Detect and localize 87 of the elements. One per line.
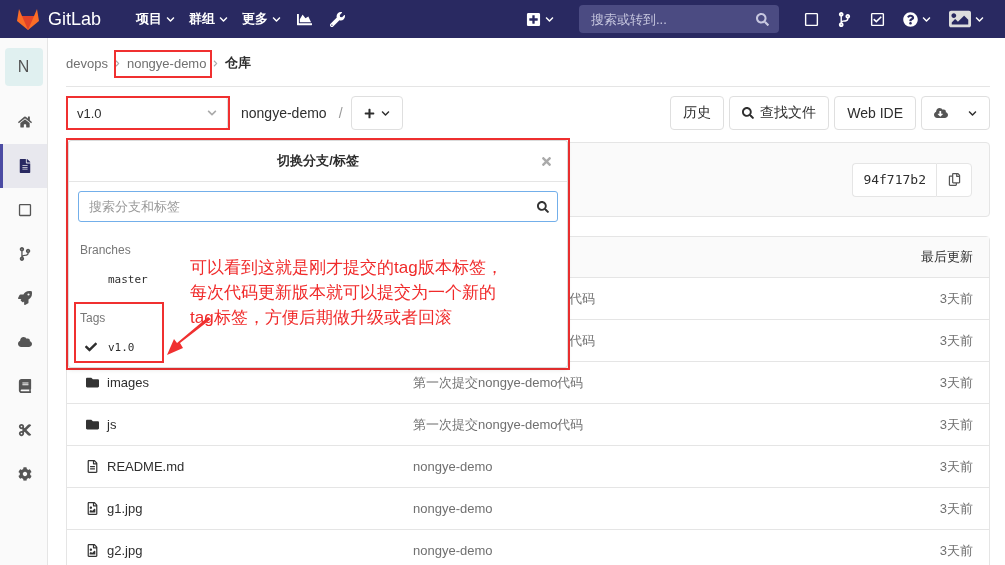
toolbar-button[interactable]: Web IDE [834, 96, 916, 130]
chevron-down-icon [545, 14, 554, 24]
breadcrumb-link[interactable]: devops [66, 55, 108, 71]
chevron-down-icon [219, 14, 229, 24]
commit-message[interactable]: 代码 [569, 331, 595, 350]
chevron-down-icon [975, 14, 984, 24]
file-icon [86, 460, 99, 473]
search-icon [742, 107, 755, 119]
rocket-icon [18, 291, 32, 305]
section-heading: Tags [79, 310, 107, 327]
chevron-down-icon [968, 108, 977, 118]
file-link[interactable]: README.md [86, 459, 413, 474]
dropdown-title: 切换分支/标签 [277, 152, 359, 170]
search-icon [756, 12, 769, 26]
copy-icon [947, 173, 961, 186]
download-menu-button[interactable] [921, 96, 990, 130]
sidebar-item[interactable] [0, 144, 47, 188]
breadcrumb-link[interactable]: nongye-demo [126, 55, 207, 71]
ref-search-bar[interactable]: 搜索分支和标签 [78, 191, 558, 222]
updated-time: 3天前 [939, 373, 973, 392]
plus-icon [526, 11, 541, 27]
updated-time: 3天前 [939, 415, 973, 434]
updated-time: 3天前 [939, 457, 973, 476]
path-separator: / [338, 105, 343, 121]
section-heading: Branches [79, 242, 132, 259]
branch-icon [837, 11, 852, 27]
updated-time: 3天前 [939, 289, 973, 308]
help-icon [903, 11, 918, 27]
chevron-right-icon [113, 59, 121, 67]
chevron-down-icon [207, 108, 217, 118]
toolbar-button[interactable]: 历史 [670, 96, 725, 130]
home-icon [18, 115, 32, 129]
add-menu-button[interactable] [350, 96, 403, 130]
nav-menu[interactable]: 更多 [235, 4, 289, 34]
chevron-down-icon [166, 14, 176, 24]
download-icon [934, 106, 948, 120]
commit-message[interactable]: 第一次提交nongye-demo代码 [413, 415, 584, 434]
folder-icon [86, 418, 99, 431]
folder-icon [86, 376, 99, 389]
brand-name[interactable]: GitLab [48, 8, 102, 30]
image-file-icon [86, 544, 99, 557]
plus-icon [363, 107, 375, 119]
annotation-note: 每次代码更新版本就可以提交为一个新的 [190, 282, 496, 304]
commit-message[interactable]: nongye-demo [413, 543, 493, 558]
commit-message[interactable]: nongye-demo [413, 459, 493, 474]
file-link[interactable]: g2.jpg [86, 543, 413, 558]
book-icon [18, 379, 32, 393]
toolbar-button[interactable]: 查找文件 [729, 96, 830, 130]
close-icon [540, 155, 553, 168]
chevron-right-icon [212, 59, 220, 67]
search-bar[interactable]: 搜索或转到... [579, 5, 779, 33]
updated-time: 3天前 [939, 541, 973, 560]
document-icon [18, 159, 32, 173]
updated-time: 3天前 [939, 499, 973, 518]
annotation-note: 可以看到这就是刚才提交的tag版本标签， [190, 257, 503, 279]
image-icon [949, 8, 971, 30]
copy-button[interactable] [936, 162, 972, 197]
search-input[interactable]: 搜索或转到... [589, 10, 756, 28]
updated-time: 3天前 [939, 331, 973, 350]
project-avatar[interactable]: N [4, 48, 43, 86]
chevron-down-icon [922, 14, 931, 24]
column-header: 最后更新 [921, 248, 973, 266]
wrench-icon [330, 11, 346, 27]
file-link[interactable]: g1.jpg [86, 501, 413, 516]
cloud-icon [18, 335, 32, 349]
path-link[interactable]: nongye-demo [241, 105, 327, 121]
search-icon [537, 200, 549, 213]
fox-logo-icon[interactable] [16, 8, 40, 30]
nav-menu[interactable]: 项目 [129, 4, 183, 34]
checkbox-icon [870, 11, 885, 27]
commit-message[interactable]: 第一次提交nongye-demo代码 [413, 373, 584, 392]
nav-menu[interactable]: 群组 [182, 4, 236, 34]
file-link[interactable]: images [86, 375, 413, 390]
commit-sha: 94f717b2 [852, 162, 936, 197]
image-file-icon [86, 502, 99, 515]
chevron-down-icon [380, 108, 390, 118]
commit-message[interactable]: 代码 [569, 289, 595, 308]
scissors-icon [18, 423, 32, 437]
ref-item[interactable]: v1.0 [69, 330, 145, 364]
chart-icon [297, 11, 313, 27]
breadcrumb-link[interactable]: 仓库 [225, 54, 252, 72]
chevron-down-icon [272, 14, 282, 24]
file-link[interactable]: js [86, 417, 413, 432]
settings-icon [18, 467, 32, 481]
commit-message[interactable]: nongye-demo [413, 501, 493, 516]
ref-item[interactable]: master [69, 262, 158, 296]
branch-icon [18, 247, 32, 261]
